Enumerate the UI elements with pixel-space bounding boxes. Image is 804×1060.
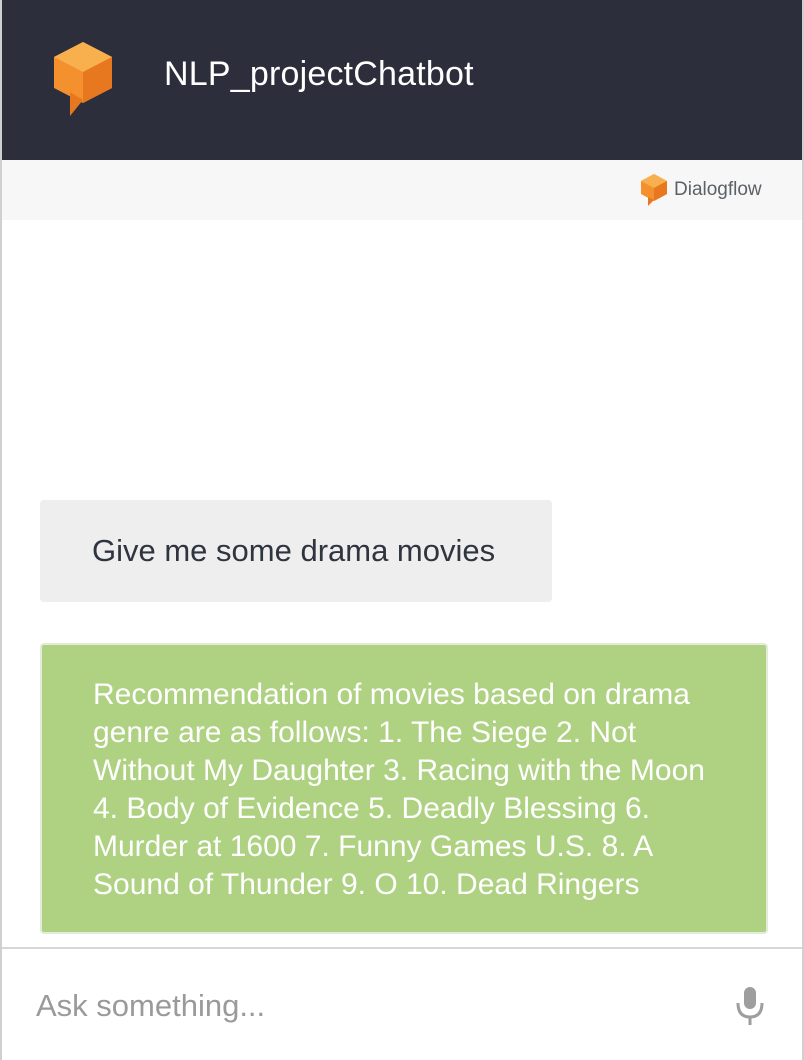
chat-header: NLP_projectChatbot [2, 0, 802, 160]
dialogflow-logo-icon [54, 42, 112, 116]
microphone-icon[interactable] [732, 985, 768, 1027]
chatbot-title: NLP_projectChatbot [164, 55, 474, 93]
user-message-text: Give me some drama movies [92, 533, 496, 568]
dialogflow-brand-label: Dialogflow [674, 179, 762, 200]
ask-input[interactable] [36, 983, 696, 1029]
chat-window: NLP_projectChatbot Dialogflow Give me so… [0, 0, 804, 1060]
user-message-bubble: Give me some drama movies [40, 500, 552, 602]
dialogflow-logo-icon [641, 174, 667, 206]
bot-message-bubble: Recommendation of movies based on drama … [40, 643, 768, 934]
bot-message-text: Recommendation of movies based on drama … [93, 678, 705, 901]
input-bar [2, 949, 802, 1060]
